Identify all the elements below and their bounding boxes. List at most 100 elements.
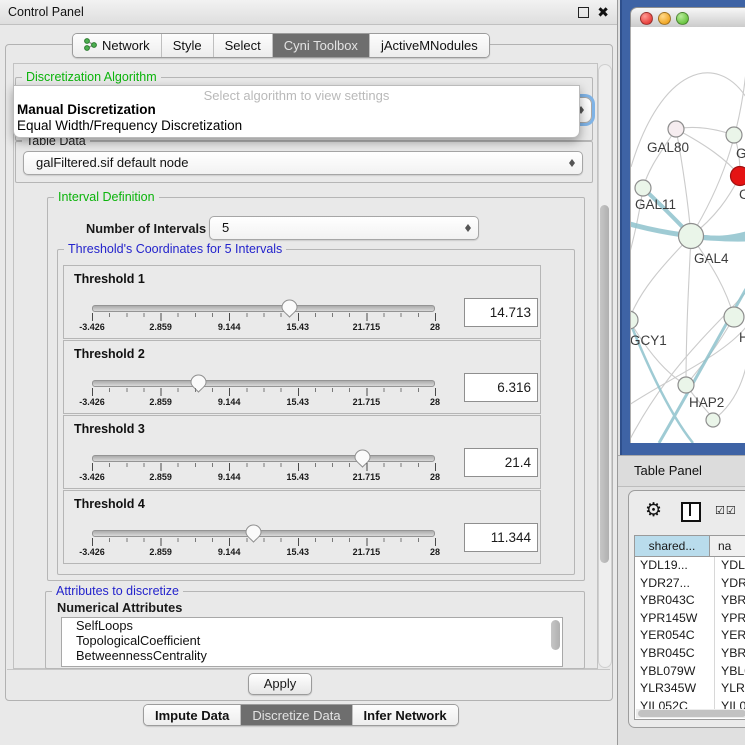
network-node xyxy=(731,167,745,186)
float-window-icon[interactable] xyxy=(578,7,589,18)
table-row[interactable]: YPR145WYPR1 xyxy=(635,610,745,628)
tab-select[interactable]: Select xyxy=(214,34,273,57)
node-label: H xyxy=(739,330,745,345)
node-table: shared... na YDL19...YDL1 YDR27...YDR2 Y… xyxy=(634,535,745,720)
menu-item-manual-discretization[interactable]: Manual Discretization xyxy=(17,102,156,117)
list-item[interactable]: SelfLoops xyxy=(62,618,562,633)
network-node xyxy=(631,311,638,329)
table-row[interactable]: YER054CYER0 xyxy=(635,627,745,645)
list-item[interactable]: BetweennessCentrality xyxy=(62,648,562,663)
tab-style[interactable]: Style xyxy=(162,34,214,57)
zoom-traffic-light[interactable] xyxy=(676,12,689,25)
tick-label: 9.144 xyxy=(218,397,241,407)
tick-label: 21.715 xyxy=(353,397,381,407)
tick-label: 28 xyxy=(430,472,440,482)
menu-item-equal-width-frequency[interactable]: Equal Width/Frequency Discretization xyxy=(17,118,242,133)
network-window-titlebar[interactable] xyxy=(630,7,745,29)
network-node xyxy=(679,224,704,249)
threshold-2-value-field[interactable]: 6.316 xyxy=(464,373,538,402)
table-row[interactable]: YBR045CYBR0 xyxy=(635,645,745,663)
gear-icon[interactable]: ⚙ xyxy=(645,499,662,522)
tab-network[interactable]: Network xyxy=(73,34,162,57)
minimize-traffic-light[interactable] xyxy=(658,12,671,25)
node-label: GCY1 xyxy=(631,333,667,348)
threshold-3-value-field[interactable]: 21.4 xyxy=(464,448,538,477)
separator xyxy=(7,669,610,670)
select-columns-icon[interactable]: ☑☑ xyxy=(715,504,737,517)
threshold-1-box: Threshold 1 -3.426 2.859 9.144 15.43 21.… xyxy=(63,265,541,339)
network-node xyxy=(635,180,651,196)
network-graph: GAL80 GA C GAL11 GAL4 GCY1 H HAP2 xyxy=(631,27,745,443)
tick-label: 28 xyxy=(430,322,440,332)
table-row[interactable]: YBR043CYBR0 xyxy=(635,592,745,610)
table-data-combobox[interactable]: galFiltered.sif default node xyxy=(23,151,583,175)
close-icon[interactable]: ✖ xyxy=(597,2,609,22)
threshold-3-label: Threshold 3 xyxy=(74,422,145,436)
tab-impute-data[interactable]: Impute Data xyxy=(144,705,241,725)
table-row[interactable]: YDL19...YDL1 xyxy=(635,557,745,575)
network-node xyxy=(678,377,694,393)
tick-label: 15.43 xyxy=(287,397,310,407)
control-panel-titlebar: Control Panel ✖ xyxy=(0,0,617,25)
threshold-4-value-field[interactable]: 11.344 xyxy=(464,523,538,552)
combo-arrows-icon xyxy=(569,156,575,170)
threshold-4-box: Threshold 4 -3.426 2.859 9.144 15.43 21.… xyxy=(63,490,541,564)
table-row[interactable]: YBL079WYBL0 xyxy=(635,663,745,681)
network-icon xyxy=(84,38,97,54)
network-canvas[interactable]: GAL80 GA C GAL11 GAL4 GCY1 H HAP2 xyxy=(630,27,745,443)
apply-button[interactable]: Apply xyxy=(248,673,312,695)
table-panel-title: Table Panel xyxy=(634,456,702,485)
tab-jactivemnodules[interactable]: jActiveMNodules xyxy=(370,34,489,57)
tab-discretize-data[interactable]: Discretize Data xyxy=(241,705,352,725)
threshold-1-value-field[interactable]: 14.713 xyxy=(464,298,538,327)
tab-infer-network[interactable]: Infer Network xyxy=(353,705,458,725)
threshold-coordinates-label: Threshold's Coordinates for 5 Intervals xyxy=(64,242,286,256)
tick-label: 9.144 xyxy=(218,322,241,332)
number-of-intervals-label: Number of Intervals xyxy=(86,221,206,236)
tick-label: 15.43 xyxy=(287,322,310,332)
cyni-bottom-tabs: Impute Data Discretize Data Infer Networ… xyxy=(143,704,459,726)
network-node xyxy=(726,127,742,143)
numerical-attributes-list[interactable]: SelfLoops TopologicalCoefficient Between… xyxy=(61,617,563,667)
algorithm-hint-text: Select algorithm to view settings xyxy=(14,88,579,103)
tick-label: -3.426 xyxy=(79,547,105,557)
tick-label: 2.859 xyxy=(149,397,172,407)
threshold-3-box: Threshold 3 -3.426 2.859 9.144 15.43 21.… xyxy=(63,415,541,489)
threshold-2-box: Threshold 2 -3.426 2.859 9.144 15.43 21.… xyxy=(63,340,541,414)
tick-label: 21.715 xyxy=(353,547,381,557)
threshold-4-label: Threshold 4 xyxy=(74,497,145,511)
tick-label: -3.426 xyxy=(79,397,105,407)
panel-scrollbar[interactable] xyxy=(598,64,612,668)
close-traffic-light[interactable] xyxy=(640,12,653,25)
table-row[interactable]: YLR345WYLR3 xyxy=(635,680,745,698)
network-node xyxy=(724,307,744,327)
table-header-row: shared... na xyxy=(635,536,745,557)
column-header-name[interactable]: na xyxy=(710,536,745,556)
column-header-shared-name[interactable]: shared... xyxy=(635,536,710,556)
table-row[interactable]: YDR27...YDR2 xyxy=(635,575,745,593)
tick-label: 15.43 xyxy=(287,472,310,482)
interval-definition-label: Interval Definition xyxy=(54,190,159,204)
network-node xyxy=(706,413,720,427)
number-of-intervals-combobox[interactable]: 5 xyxy=(209,216,479,240)
panel-scrollbar-thumb[interactable] xyxy=(600,205,609,563)
table-horizontal-scrollbar[interactable] xyxy=(636,709,745,718)
network-node xyxy=(668,121,684,137)
table-data-value: galFiltered.sif default node xyxy=(36,155,188,170)
table-panel-titlebar: Table Panel xyxy=(618,455,745,487)
split-columns-icon[interactable] xyxy=(681,502,701,522)
node-label: GAL80 xyxy=(647,140,689,155)
tick-label: 9.144 xyxy=(218,472,241,482)
tick-label: -3.426 xyxy=(79,322,105,332)
tick-label: 15.43 xyxy=(287,547,310,557)
discretization-algorithm-label: Discretization Algorithm xyxy=(22,70,161,84)
tick-label: 21.715 xyxy=(353,322,381,332)
table-hscrollbar-thumb[interactable] xyxy=(638,710,745,717)
node-label: GA xyxy=(736,146,745,161)
number-of-intervals-value: 5 xyxy=(222,220,229,235)
tab-cyni-toolbox[interactable]: Cyni Toolbox xyxy=(273,34,370,57)
list-scrollbar-thumb[interactable] xyxy=(551,620,560,650)
threshold-2-label: Threshold 2 xyxy=(74,347,145,361)
panel-title: Control Panel xyxy=(8,0,84,24)
list-item[interactable]: TopologicalCoefficient xyxy=(62,633,562,648)
